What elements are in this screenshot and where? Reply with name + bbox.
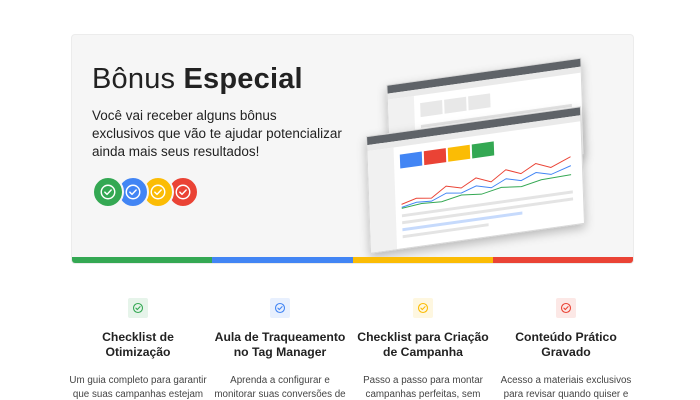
check-circle-icon bbox=[417, 302, 429, 314]
brand-color-stripe bbox=[72, 257, 633, 263]
check-circle-icon bbox=[125, 184, 141, 200]
check-circle-icon bbox=[274, 302, 286, 314]
hero-title-bold: Especial bbox=[183, 63, 303, 95]
hero-title: Bônus Especial bbox=[92, 63, 303, 96]
feature-description: Acesso a materiais exclusivos para revis… bbox=[500, 375, 632, 400]
feature-icon-box bbox=[556, 298, 576, 318]
feature-description: Passo a passo para montar campanhas perf… bbox=[363, 375, 483, 400]
feature-description: Aprenda a configurar e monitorar suas co… bbox=[214, 375, 346, 400]
hero-subtitle: Você vai receber alguns bônus exclusivos… bbox=[92, 108, 342, 159]
feature-tag-manager-class: Aula de Traqueamento no Tag Manager Apre… bbox=[211, 298, 349, 400]
feature-icon-box bbox=[128, 298, 148, 318]
check-circle-icon bbox=[100, 184, 116, 200]
feature-icon-box bbox=[270, 298, 290, 318]
hero-title-prefix: Bônus bbox=[92, 63, 176, 95]
check-badge-green bbox=[92, 176, 124, 208]
feature-icon-box bbox=[413, 298, 433, 318]
feature-title: Checklist para Criação de Campanha bbox=[357, 330, 489, 359]
feature-optimization-checklist: Checklist de Otimização Um guia completo… bbox=[69, 298, 207, 400]
feature-title: Conteúdo Prático Gravado bbox=[515, 330, 617, 359]
feature-campaign-checklist: Checklist para Criação de Campanha Passo… bbox=[354, 298, 492, 400]
check-circle-icon bbox=[150, 184, 166, 200]
check-circle-icon bbox=[132, 302, 144, 314]
feature-description: Um guia completo para garantir que suas … bbox=[69, 375, 207, 400]
bonus-hero-card: Bônus Especial Você vai receber alguns b… bbox=[71, 34, 634, 264]
feature-title: Aula de Traqueamento no Tag Manager bbox=[214, 330, 346, 359]
check-circle-icon bbox=[175, 184, 191, 200]
feature-recorded-content: Conteúdo Prático Gravado Acesso a materi… bbox=[497, 298, 635, 400]
feature-title: Checklist de Otimização bbox=[102, 330, 174, 359]
check-circle-icon bbox=[560, 302, 572, 314]
